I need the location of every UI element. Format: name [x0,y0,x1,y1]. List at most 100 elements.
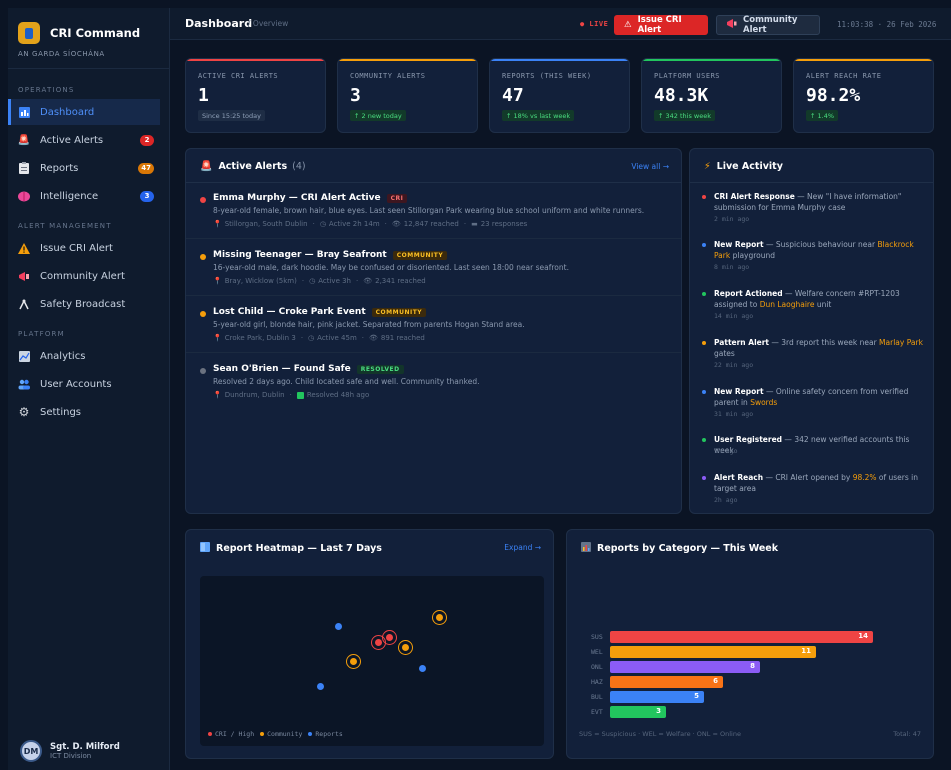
activity-dot [702,195,706,199]
divider [186,182,681,183]
live-activity-title: Live Activity [716,161,783,172]
map-icon [200,542,210,555]
alert-reached: 2,341 reached [375,277,426,285]
report-marker[interactable] [317,683,324,690]
stat-card-alert-reach-rate: ALERT REACH RATE 98.2% ↑ 1.4% [793,58,934,133]
issue-cri-alert-button[interactable]: ⚠ Issue CRI Alert [614,15,708,35]
activity-text: New Report — Suspicious behaviour near B… [714,240,914,260]
community-marker[interactable] [350,658,357,665]
activity-time: 2h ago [714,496,738,504]
sidebar-item-dashboard[interactable]: Dashboard [8,99,160,125]
category-tick-label: WEL [591,648,603,656]
stat-accent-bar [338,59,477,61]
alert-title: Emma Murphy — CRI Alert Active [213,193,381,203]
category-bar[interactable]: 11 [610,646,816,658]
alert-reached: 891 reached [380,334,425,342]
activity-time: 14 min ago [714,312,754,320]
siren-icon: 🚨 [200,161,213,172]
sidebar-item-label: Intelligence [40,190,99,202]
divider [690,182,933,183]
report-marker[interactable] [419,665,426,672]
sidebar-item-intelligence[interactable]: Intelligence 3 [8,183,160,209]
checkmark-icon [296,391,304,399]
category-row: SUS 14 [567,631,907,643]
category-bar[interactable]: 5 [610,691,704,703]
activity-text: User Registered — 342 new verified accou… [714,435,910,455]
gear-icon: ⚙ [18,405,30,419]
alert-meta: 📍 Croke Park, Dublin 3 · ◷ Active 45m · 👁 891 r… [213,334,425,342]
alert-reached: 12,847 reached [403,220,459,228]
sidebar-item-label: Active Alerts [40,134,104,146]
alert-tag: RESOLVED [356,364,404,374]
activity-dot [702,390,706,394]
stat-value: 1 [198,85,209,106]
category-bar[interactable]: 6 [610,676,723,688]
alert-responses: 23 responses [480,220,528,228]
stat-label: ACTIVE CRI ALERTS [198,72,279,80]
alert-title: Lost Child — Croke Park Event [213,307,366,317]
sidebar-item-issue-cri-alert[interactable]: Issue CRI Alert [8,235,160,261]
stat-card-active-cri-alerts: ACTIVE CRI ALERTS 1 Since 15:25 today [185,58,326,133]
eye-icon: 👁 [363,277,373,285]
live-indicator: ● LIVE [580,20,609,28]
alert-status-dot [200,368,206,374]
sidebar-item-community-alert[interactable]: Community Alert [8,263,160,289]
siren-icon: 🚨 [17,134,31,146]
stat-chip: ↑ 18% vs last week [502,110,575,121]
user-role: ICT Division [50,752,92,760]
brand-title: CRI Command [50,26,141,40]
sidebar-item-label: Issue CRI Alert [40,242,113,254]
active-alerts-count: (4) [292,161,306,172]
cri-marker[interactable] [375,639,382,646]
clock-icon: ◷ [308,334,315,342]
activity-text: CRI Alert Response — New "I have informa… [714,192,902,212]
category-bar[interactable]: 14 [610,631,873,643]
view-all-link[interactable]: View all → [631,162,669,171]
alert-location: Croke Park, Dublin 3 [224,334,296,342]
sidebar-item-label: Analytics [40,350,86,362]
sidebar-item-safety-broadcast[interactable]: Safety Broadcast [8,291,160,317]
alert-title: Sean O'Brien — Found Safe [213,364,351,374]
category-chart-title: Reports by Category — This Week [597,543,779,554]
stat-accent-bar [186,59,325,61]
category-bar[interactable]: 3 [610,706,666,718]
alert-description: 8-year-old female, brown hair, blue eyes… [213,206,645,215]
community-alert-button[interactable]: Community Alert [716,15,820,35]
community-alert-label: Community Alert [743,15,798,35]
alert-description: Resolved 2 days ago. Child located safe … [213,377,480,386]
stat-value: 98.2% [806,85,861,106]
divider [8,68,169,69]
community-marker[interactable] [402,644,409,651]
lightning-icon: ⚡ [704,161,711,172]
stat-accent-bar [490,59,629,61]
community-marker[interactable] [436,614,443,621]
report-marker[interactable] [335,623,342,630]
sidebar-item-analytics[interactable]: Analytics [8,343,160,369]
warning-icon: ⚠ [624,20,632,30]
message-icon: ▬ [471,220,478,228]
category-bar[interactable]: 8 [610,661,760,673]
alert-description: 5-year-old girl, blonde hair, pink jacke… [213,320,525,329]
activity-text: Report Actioned — Welfare concern #RPT-1… [714,289,900,309]
active-alerts-title: Active Alerts [218,161,288,172]
brand[interactable]: CRI Command [18,22,140,44]
panel-title: Reports by Category — This Week [581,542,778,555]
activity-text: Pattern Alert — 3rd report this week nea… [714,338,923,358]
sidebar-item-settings[interactable]: ⚙ Settings [8,399,160,425]
category-tick-label: SUS [591,633,603,641]
warning-icon [18,242,30,254]
heatmap-map[interactable]: CRI / High Community Reports [200,576,544,746]
sidebar-item-reports[interactable]: Reports 47 [8,155,160,181]
sidebar-item-user-accounts[interactable]: User Accounts [8,371,160,397]
sidebar-item-active-alerts[interactable]: 🚨 Active Alerts 2 [8,127,160,153]
user-profile[interactable]: DM Sgt. D. Milford ICT Division [20,740,120,762]
expand-link[interactable]: Expand → [504,543,541,552]
location-pin-icon: 📍 [213,220,222,228]
cri-marker[interactable] [386,634,393,641]
category-tick-label: EVT [591,708,603,716]
divider [186,352,681,353]
breadcrumb: / Overview [248,19,289,28]
activity-time: 22 min ago [714,361,754,369]
clock: 11:03:38 · 26 Feb 2026 [837,20,937,29]
category-row: BUL 5 [567,691,907,703]
